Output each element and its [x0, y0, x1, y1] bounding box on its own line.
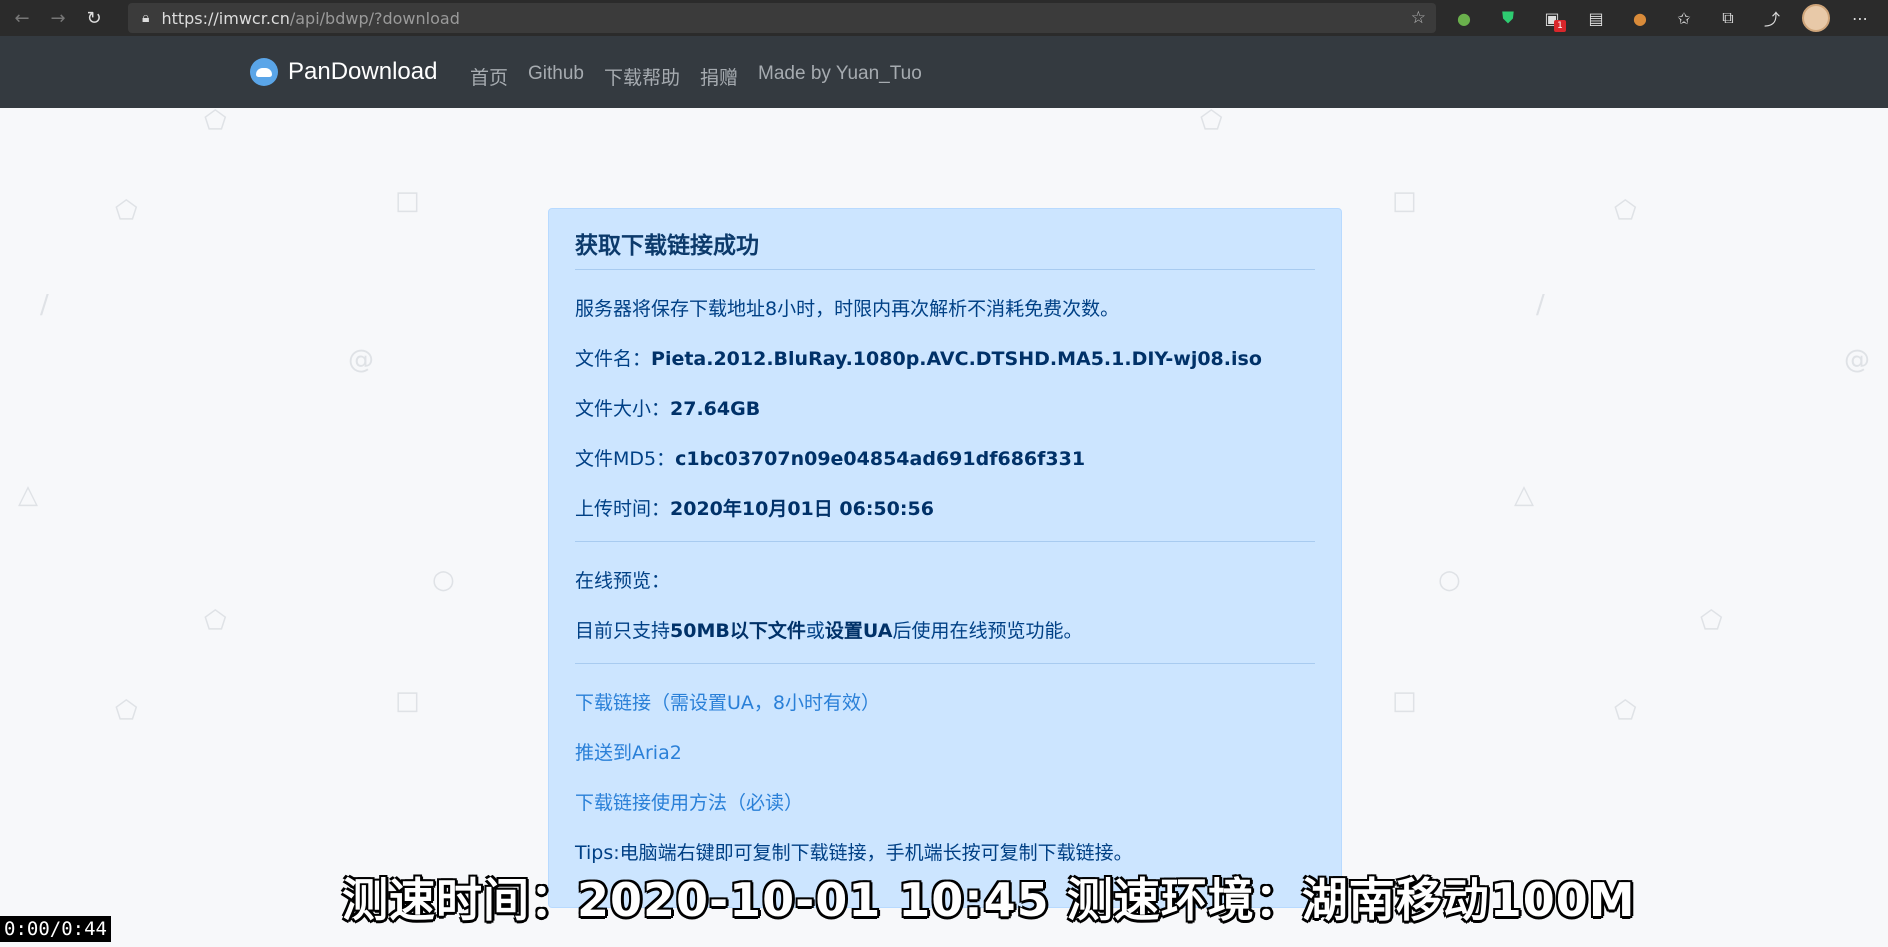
back-icon[interactable]: ← [8, 4, 36, 32]
extension-camera-icon[interactable]: ▣ 1 [1538, 4, 1566, 32]
filename-row: 文件名：Pieta.2012.BluRay.1080p.AVC.DTSHD.MA… [575, 348, 1262, 370]
download-result-card: 获取下载链接成功 服务器将保存下载地址8小时，时限内再次解析不消耗免费次数。 文… [548, 208, 1342, 908]
filename-value: Pieta.2012.BluRay.1080p.AVC.DTSHD.MA5.1.… [651, 348, 1262, 370]
pentagon-doodle-icon: ⬠ [115, 696, 138, 726]
lock-icon: 🔒︎ [142, 10, 150, 26]
spiral-doodle-icon: @ [1844, 345, 1870, 375]
md5-row: 文件MD5：c1bc03707n09e04854ad691df686f331 [575, 448, 1086, 470]
notice-text: 服务器将保存下载地址8小时，时限内再次解析不消耗免费次数。 [575, 298, 1120, 320]
card-title: 获取下载链接成功 [575, 226, 1315, 270]
nav-github[interactable]: Github [528, 63, 584, 90]
upload-time-value: 2020年10月01日 06:50:56 [670, 498, 934, 520]
favorites-icon[interactable]: ✩ [1670, 4, 1698, 32]
nav-author[interactable]: Made by Yuan_Tuo [758, 63, 922, 90]
nav-home[interactable]: 首页 [470, 63, 508, 90]
square-doodle-icon: □ [1392, 186, 1417, 216]
triangle-doodle-icon: △ [1514, 480, 1534, 510]
filesize-value: 27.64GB [670, 398, 761, 420]
circle-doodle-icon: ○ [1438, 565, 1461, 595]
nav-donate[interactable]: 捐赠 [700, 63, 738, 90]
more-menu-icon[interactable]: ⋯ [1846, 4, 1874, 32]
url-text: https://imwcr.cn/api/bdwp/?download [161, 8, 460, 28]
pentagon-doodle-icon: ⬠ [1700, 606, 1723, 636]
extension-document-icon[interactable]: ▤ [1582, 4, 1610, 32]
reload-icon[interactable]: ↻ [80, 4, 108, 32]
preview-label: 在线预览： [575, 570, 671, 592]
pentagon-doodle-icon: ⬠ [204, 606, 227, 636]
upload-time-row: 上传时间：2020年10月01日 06:50:56 [575, 498, 934, 520]
pentagon-doodle-icon: ⬠ [115, 196, 138, 226]
video-timer: 0:00/0:44 [0, 916, 111, 942]
pentagon-doodle-icon: ⬠ [204, 106, 227, 136]
nav-download-help[interactable]: 下载帮助 [604, 63, 680, 90]
profile-avatar[interactable] [1802, 4, 1830, 32]
cloud-icon [250, 58, 278, 86]
video-subtitle: 测速时间：2020-10-01 10:45 测速环境：湖南移动100M [342, 873, 1636, 927]
circle-doodle-icon: ○ [432, 565, 455, 595]
download-howto-link[interactable]: 下载链接使用方法（必读） [575, 788, 1315, 814]
slash-doodle-icon: / [1536, 290, 1545, 320]
brand-name: PanDownload [288, 58, 438, 85]
share-icon[interactable]: ⤴ [1758, 4, 1786, 32]
pentagon-doodle-icon: ⬠ [1614, 196, 1637, 226]
forward-icon[interactable]: → [44, 4, 72, 32]
site-navbar: PanDownload 首页 Github 下载帮助 捐赠 Made by Yu… [0, 36, 1888, 108]
collections-icon[interactable]: ⧉ [1714, 4, 1742, 32]
preview-note: 目前只支持50MB以下文件或设置UA后使用在线预览功能。 [575, 620, 1083, 642]
extension-bar: ● ⛊ ▣ 1 ▤ ● ✩ ⧉ ⤴ ⋯ [1450, 4, 1888, 32]
filesize-row: 文件大小：27.64GB [575, 398, 761, 420]
push-aria2-link[interactable]: 推送到Aria2 [575, 738, 1315, 764]
browser-toolbar: ← → ↻ 🔒︎ https://imwcr.cn/api/bdwp/?down… [0, 0, 1888, 36]
extension-cookie-icon[interactable]: ● [1626, 4, 1654, 32]
spiral-doodle-icon: @ [348, 345, 374, 375]
download-link[interactable]: 下载链接（需设置UA，8小时有效） [575, 688, 1315, 714]
bookmark-star-icon[interactable]: ☆ [1411, 8, 1426, 28]
square-doodle-icon: □ [395, 186, 420, 216]
square-doodle-icon: □ [1392, 686, 1417, 716]
tips-text: Tips:电脑端右键即可复制下载链接，手机端长按可复制下载链接。 [575, 842, 1133, 864]
pentagon-doodle-icon: ⬠ [1200, 106, 1223, 136]
divider [575, 541, 1315, 542]
brand-logo[interactable]: PanDownload [250, 58, 437, 86]
triangle-doodle-icon: △ [18, 480, 38, 510]
slash-doodle-icon: / [40, 290, 49, 320]
extension-shield-icon[interactable]: ⛊ [1494, 4, 1522, 32]
address-bar[interactable]: 🔒︎ https://imwcr.cn/api/bdwp/?download ☆ [128, 3, 1436, 33]
pentagon-doodle-icon: ⬠ [1614, 696, 1637, 726]
square-doodle-icon: □ [395, 686, 420, 716]
nav-menu: 首页 Github 下载帮助 捐赠 Made by Yuan_Tuo [470, 63, 942, 90]
md5-value: c1bc03707n09e04854ad691df686f331 [675, 448, 1086, 470]
divider [575, 663, 1315, 664]
extension-globe-icon[interactable]: ● [1450, 4, 1478, 32]
